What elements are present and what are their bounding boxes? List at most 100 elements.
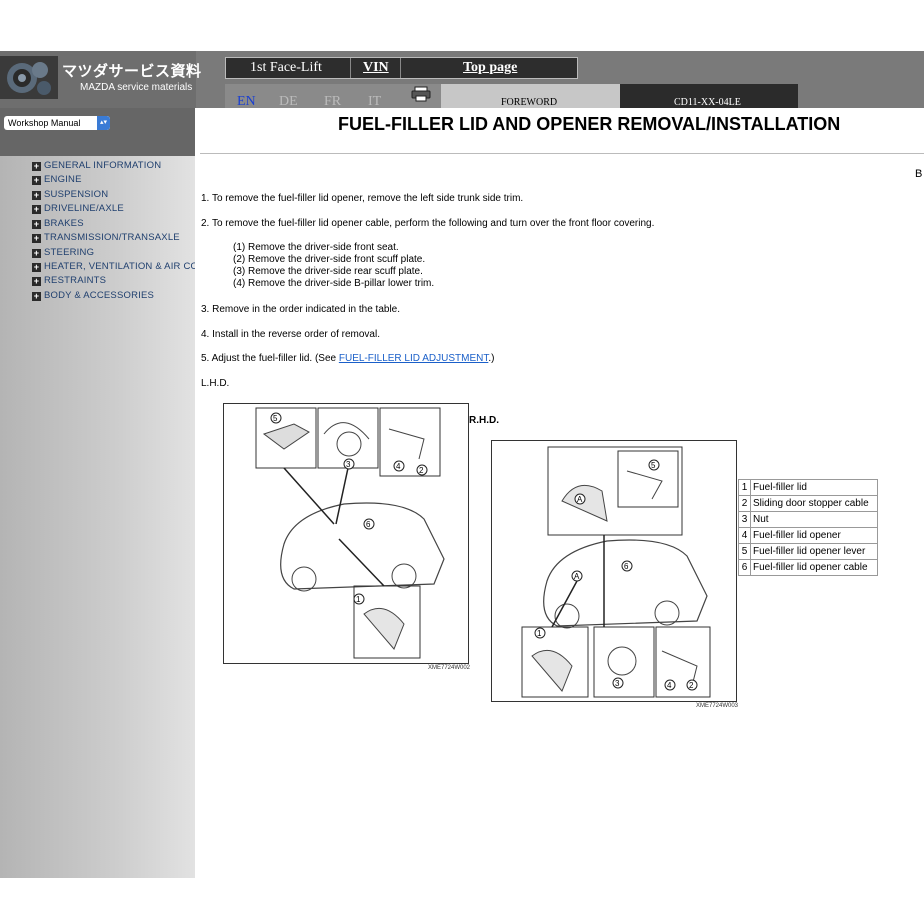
sidebar-item-suspension[interactable]: + SUSPENSION	[32, 189, 108, 200]
expand-plus-icon: +	[32, 190, 41, 200]
step-4: 4. Install in the reverse order of remov…	[201, 329, 380, 340]
clipped-text: B	[915, 168, 923, 180]
svg-text:A: A	[574, 572, 580, 581]
svg-text:5: 5	[273, 414, 278, 423]
fuel-filler-lid-adjustment-link[interactable]: FUEL-FILLER LID ADJUSTMENT	[339, 353, 488, 364]
sidebar-item-driveline-axle[interactable]: + DRIVELINE/AXLE	[32, 203, 124, 214]
lang-it-link[interactable]: IT	[368, 94, 381, 110]
part-name: Fuel-filler lid	[750, 479, 878, 496]
svg-text:1: 1	[537, 629, 542, 638]
sidebar-item-label: ENGINE	[44, 174, 82, 185]
select-arrows-icon: ▴▾	[97, 116, 110, 130]
rhd-diagram: 5 A A 6 1 3 4 2	[491, 440, 737, 702]
mazda-logo-icon	[0, 56, 58, 99]
lang-en-link[interactable]: EN	[237, 94, 256, 110]
step-5: 5. Adjust the fuel-filler lid. (See FUEL…	[201, 353, 494, 364]
sidebar-nav: + GENERAL INFORMATION + ENGINE + SUSPENSION…	[0, 156, 195, 306]
expand-plus-icon: +	[32, 276, 41, 286]
expand-plus-icon: +	[32, 175, 41, 185]
expand-plus-icon: +	[32, 204, 41, 214]
svg-text:2: 2	[419, 466, 424, 475]
foreword-label[interactable]: FOREWORD	[501, 97, 557, 108]
step-2: 2. To remove the fuel-filler lid opener …	[201, 218, 655, 229]
logo-japanese-text: マツダサービス資料	[62, 62, 202, 80]
nav-vin-link[interactable]: VIN	[363, 60, 389, 76]
substep-2: (2) Remove the driver-side front scuff p…	[233, 254, 426, 265]
lhd-figure-code: XME7724W002	[428, 665, 471, 671]
substep-3: (3) Remove the driver-side rear scuff pl…	[233, 266, 423, 277]
lhd-label: L.H.D.	[201, 378, 230, 389]
svg-text:3: 3	[346, 460, 351, 469]
sidebar-item-label: BRAKES	[44, 218, 84, 229]
rhd-figure-code: XME7724W003	[696, 703, 739, 709]
part-number: 4	[738, 527, 751, 544]
sidebar-item-body-accessories[interactable]: + BODY & ACCESSORIES	[32, 290, 154, 301]
sidebar-item-label: BODY & ACCESSORIES	[44, 290, 155, 301]
step-1: 1. To remove the fuel-filler lid opener,…	[201, 193, 524, 204]
part-name: Sliding door stopper cable	[750, 495, 878, 512]
rhd-diagram-drawing: 5 A A 6 1 3 4 2	[521, 446, 711, 698]
page-title: FUEL-FILLER LID AND OPENER REMOVAL/INSTA…	[338, 114, 841, 134]
part-name: Fuel-filler lid opener lever	[750, 543, 878, 560]
language-bar: EN DE FR IT	[225, 84, 441, 110]
nav-face-lift-link[interactable]: 1st Face-Lift	[250, 60, 322, 76]
part-number: 5	[738, 543, 751, 560]
manual-type-select[interactable]: Workshop Manual ▴▾	[4, 116, 110, 130]
part-name: Nut	[750, 511, 878, 528]
sidebar-item-steering[interactable]: + STEERING	[32, 247, 94, 258]
part-number: 2	[738, 495, 751, 512]
table-row: 5 Fuel-filler lid opener lever	[738, 543, 878, 560]
top-navigation: 1st Face-Lift VIN Top page	[225, 57, 578, 79]
part-name: Fuel-filler lid opener	[750, 527, 878, 544]
table-row: 1 Fuel-filler lid	[738, 479, 878, 496]
lhd-diagram: 5 3 4 2 6 1	[223, 403, 469, 664]
svg-text:2: 2	[689, 681, 694, 690]
table-row: 4 Fuel-filler lid opener	[738, 527, 878, 544]
step-3: 3. Remove in the order indicated in the …	[201, 304, 401, 315]
lang-fr-link[interactable]: FR	[324, 94, 341, 110]
parts-table: 1 Fuel-filler lid 2 Sliding door stopper c…	[738, 479, 878, 576]
svg-text:4: 4	[396, 462, 401, 471]
svg-text:6: 6	[366, 520, 371, 529]
manual-type-value: Workshop Manual	[8, 118, 81, 128]
substep-4: (4) Remove the driver-side B-pillar lowe…	[233, 278, 435, 289]
nav-divider	[400, 58, 401, 78]
part-number: 6	[738, 559, 751, 576]
table-row: 2 Sliding door stopper cable	[738, 495, 878, 512]
expand-plus-icon: +	[32, 291, 41, 301]
title-divider	[200, 153, 924, 154]
sidebar-item-label: RESTRAINTS	[44, 275, 107, 286]
table-row: 3 Nut	[738, 511, 878, 528]
expand-plus-icon: +	[32, 233, 41, 243]
table-row: 6 Fuel-filler lid opener cable	[738, 559, 878, 576]
lang-de-link[interactable]: DE	[279, 94, 298, 110]
sidebar-item-label: HEATER, VENTILATION & AIR CONDITIONING	[44, 261, 195, 272]
sidebar-item-engine[interactable]: + ENGINE	[32, 174, 82, 185]
sidebar-item-transmission[interactable]: + TRANSMISSION/TRANSAXLE	[32, 232, 180, 243]
sidebar-item-label: DRIVELINE/AXLE	[44, 203, 124, 214]
svg-text:4: 4	[667, 681, 672, 690]
sidebar-item-hvac[interactable]: +HEATER, VENTILATION & AIR CONDITIONING	[32, 261, 195, 272]
printer-icon[interactable]	[411, 86, 431, 102]
sidebar-item-brakes[interactable]: + BRAKES	[32, 218, 84, 229]
svg-text:1: 1	[356, 595, 361, 604]
step-5-text: 5. Adjust the fuel-filler lid. (See	[201, 353, 339, 364]
svg-text:A: A	[577, 495, 583, 504]
substep-1: (1) Remove the driver-side front seat.	[233, 242, 399, 253]
svg-text:3: 3	[615, 679, 620, 688]
svg-text:6: 6	[624, 562, 629, 571]
step-5-end: .)	[488, 353, 495, 364]
lhd-diagram-drawing: 5 3 4 2 6 1	[255, 407, 445, 659]
manual-code: CD11-XX-04LE	[674, 97, 741, 108]
sidebar-item-general-information[interactable]: + GENERAL INFORMATION	[32, 160, 161, 171]
sidebar-item-label: GENERAL INFORMATION	[44, 160, 162, 171]
logo-english-text: MAZDA service materials	[80, 82, 193, 93]
nav-divider	[350, 58, 351, 78]
rhd-label: R.H.D.	[469, 415, 499, 426]
sidebar-item-label: TRANSMISSION/TRANSAXLE	[44, 232, 180, 243]
expand-plus-icon: +	[32, 161, 41, 171]
nav-top-page-link[interactable]: Top page	[463, 60, 517, 76]
part-number: 1	[738, 479, 751, 496]
sidebar-item-restraints[interactable]: + RESTRAINTS	[32, 275, 106, 286]
expand-plus-icon: +	[32, 219, 41, 229]
